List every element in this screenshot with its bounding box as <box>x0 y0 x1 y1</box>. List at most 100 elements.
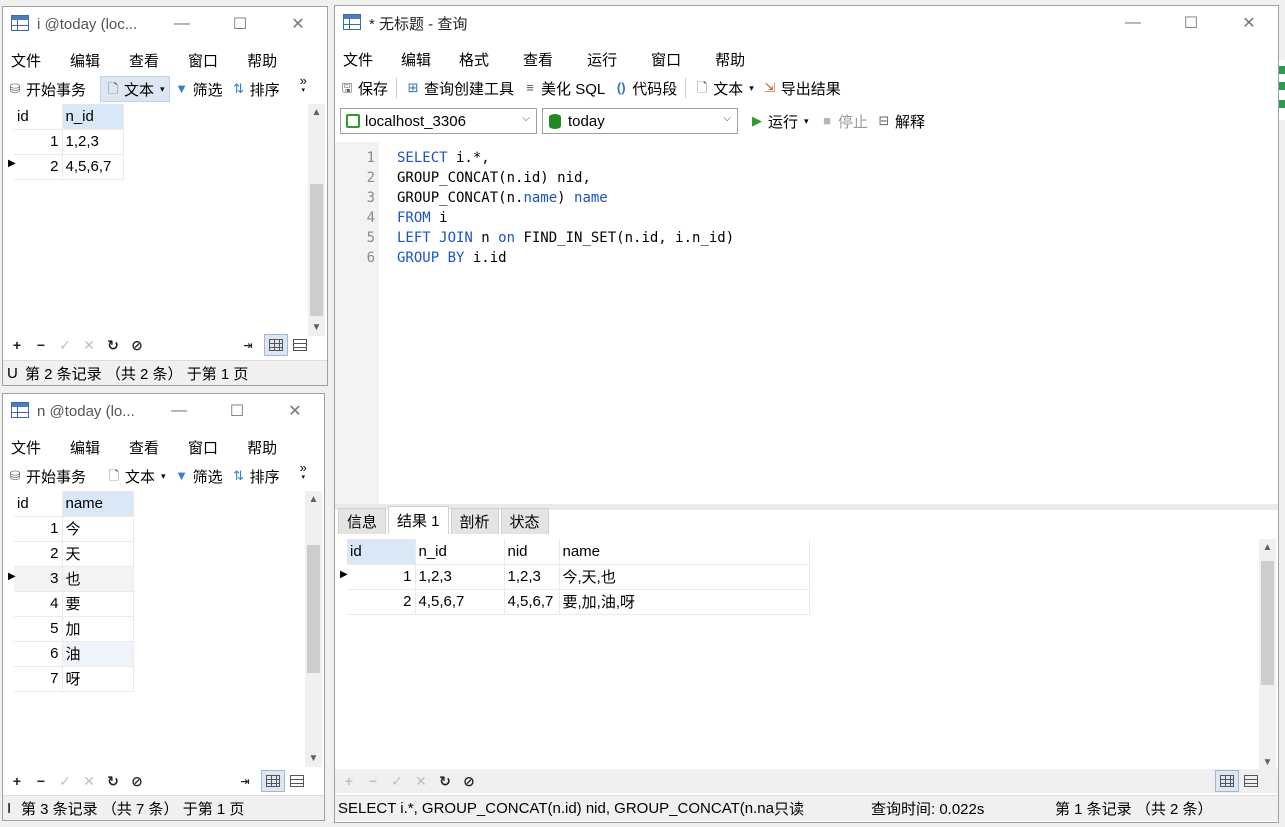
cell-name[interactable]: 也 <box>62 566 134 592</box>
vertical-scrollbar[interactable]: ▲ ▼ <box>1259 539 1276 771</box>
dropdown-arrow-icon[interactable]: ▾ <box>804 116 809 127</box>
column-header-name[interactable]: name <box>559 539 810 565</box>
more-tools-button[interactable]: » ▾ <box>296 461 311 489</box>
sql-editor[interactable]: 1 SELECT i.*, 2 GROUP_CONCAT(n.id) nid, 3 GRO… <box>335 142 1278 504</box>
column-header-n_id[interactable]: n_id <box>415 539 505 565</box>
menu-window[interactable]: 窗口 <box>180 437 218 458</box>
sql-line[interactable]: GROUP BY i.id <box>397 248 507 268</box>
cell-id[interactable]: 2 <box>14 154 63 180</box>
sql-line[interactable]: SELECT i.*, <box>397 148 490 168</box>
scroll-down-icon[interactable]: ▼ <box>305 750 322 767</box>
cell-name[interactable]: 今,天,也 <box>559 564 810 590</box>
maximize-icon[interactable]: ☐ <box>208 394 266 428</box>
stop-button[interactable]: ■ 停止 <box>815 108 872 134</box>
begin-transaction-button[interactable]: ⛁ 开始事务 <box>3 463 90 489</box>
close-icon[interactable]: ✕ <box>1220 6 1278 40</box>
title-bar[interactable]: i @today (loc... — ☐ ✕ <box>3 7 327 41</box>
cell-name[interactable]: 呀 <box>62 666 134 692</box>
title-bar[interactable]: n @today (lo... — ☐ ✕ <box>3 394 324 428</box>
add-record-icon[interactable]: + <box>337 773 361 789</box>
menu-format[interactable]: 格式 <box>451 49 489 70</box>
table-row[interactable]: 6油 <box>14 641 134 667</box>
last-record-icon[interactable]: ⇥ <box>233 775 257 788</box>
menu-run[interactable]: 运行 <box>579 49 617 70</box>
dropdown-arrow-icon[interactable]: ▾ <box>749 83 754 94</box>
close-icon[interactable]: ✕ <box>266 394 324 428</box>
text-view-button[interactable]: 🗋 文本 ▾ <box>100 76 170 102</box>
menu-view[interactable]: 查看 <box>121 50 159 71</box>
tab-status[interactable]: 状态 <box>500 508 549 534</box>
cell-name[interactable]: 今 <box>62 516 134 542</box>
apply-changes-icon[interactable]: ✓ <box>385 773 409 790</box>
last-record-icon[interactable]: ⇥ <box>236 339 260 352</box>
table-row[interactable]: 2 4,5,6,7 <box>14 154 124 180</box>
grid-view-button[interactable] <box>264 334 288 356</box>
table-row[interactable]: 2 4,5,6,7 4,5,6,7 要,加,油,呀 <box>347 589 810 615</box>
cell-name[interactable]: 油 <box>62 641 134 667</box>
menu-view[interactable]: 查看 <box>515 49 553 70</box>
cell-name[interactable]: 要 <box>62 591 134 617</box>
cell-name[interactable]: 加 <box>62 616 134 642</box>
close-icon[interactable]: ✕ <box>269 7 327 41</box>
cell-id[interactable]: 4 <box>14 591 63 617</box>
cell-n_id[interactable]: 4,5,6,7 <box>415 589 505 615</box>
maximize-icon[interactable]: ☐ <box>1162 6 1220 40</box>
minimize-icon[interactable]: — <box>1104 6 1162 40</box>
filter-button[interactable]: ▼ 筛选 <box>170 76 227 102</box>
cell-nid[interactable]: 1,2,3 <box>504 564 560 590</box>
table-row[interactable]: 4要 <box>14 591 134 617</box>
menu-edit[interactable]: 编辑 <box>393 49 431 70</box>
menu-edit[interactable]: 编辑 <box>62 437 100 458</box>
column-header-id[interactable]: id <box>14 491 63 517</box>
cell-n_id[interactable]: 1,2,3 <box>415 564 505 590</box>
sql-line[interactable]: LEFT JOIN n on FIND_IN_SET(n.id, i.n_id) <box>397 228 734 248</box>
more-tools-button[interactable]: » ▾ <box>296 74 311 102</box>
menu-file[interactable]: 文件 <box>3 437 41 458</box>
tab-profile[interactable]: 剖析 <box>450 508 499 534</box>
cell-id[interactable]: 3 <box>14 566 63 592</box>
minimize-icon[interactable]: — <box>153 7 211 41</box>
export-results-button[interactable]: ⇲ 导出结果 <box>758 75 845 101</box>
cell-id[interactable]: 1 <box>14 516 63 542</box>
cell-id[interactable]: 1 <box>14 129 63 155</box>
table-row[interactable]: 1 1,2,3 1,2,3 今,天,也 <box>347 564 810 590</box>
discard-changes-icon[interactable]: ✕ <box>77 337 101 354</box>
refresh-icon[interactable]: ↻ <box>433 773 457 790</box>
maximize-icon[interactable]: ☐ <box>211 7 269 41</box>
column-header-nid[interactable]: nid <box>504 539 560 565</box>
tab-info[interactable]: 信息 <box>338 508 387 534</box>
dropdown-arrow-icon[interactable]: ▾ <box>161 471 166 482</box>
form-view-button[interactable] <box>288 334 312 356</box>
table-row[interactable]: 1 1,2,3 <box>14 129 124 155</box>
title-bar[interactable]: * 无标题 - 查询 — ☐ ✕ <box>335 6 1278 40</box>
sql-line[interactable]: FROM i <box>397 208 448 228</box>
form-view-button[interactable] <box>1239 770 1263 792</box>
column-header-id[interactable]: id <box>14 104 63 130</box>
table-row[interactable]: 5加 <box>14 616 134 642</box>
data-grid[interactable]: id name 1今 2天 3也 4要 5加 6油 7呀 <box>14 491 134 692</box>
cell-n_id[interactable]: 4,5,6,7 <box>62 154 124 180</box>
menu-help[interactable]: 帮助 <box>707 49 745 70</box>
cell-id[interactable]: 6 <box>14 641 63 667</box>
table-row[interactable]: 3也 <box>14 566 134 592</box>
text-view-button[interactable]: 🗋 文本 ▾ <box>690 75 758 101</box>
apply-changes-icon[interactable]: ✓ <box>53 337 77 354</box>
menu-help[interactable]: 帮助 <box>239 50 277 71</box>
column-header-n_id[interactable]: n_id <box>62 104 124 130</box>
cell-n_id[interactable]: 1,2,3 <box>62 129 124 155</box>
cell-name[interactable]: 要,加,油,呀 <box>559 589 810 615</box>
scroll-up-icon[interactable]: ▲ <box>1259 539 1276 556</box>
table-row[interactable]: 2天 <box>14 541 134 567</box>
stop-icon[interactable]: ⊘ <box>125 773 149 790</box>
delete-record-icon[interactable]: − <box>29 337 53 353</box>
sql-line[interactable]: GROUP_CONCAT(n.name) name <box>397 188 608 208</box>
database-select[interactable]: today ⌵ <box>542 108 738 134</box>
apply-changes-icon[interactable]: ✓ <box>53 773 77 790</box>
discard-changes-icon[interactable]: ✕ <box>409 773 433 790</box>
cell-id[interactable]: 7 <box>14 666 63 692</box>
discard-changes-icon[interactable]: ✕ <box>77 773 101 790</box>
run-button[interactable]: ▶ 运行 ▾ <box>745 108 813 134</box>
cell-id[interactable]: 2 <box>347 589 416 615</box>
delete-record-icon[interactable]: − <box>361 773 385 789</box>
scroll-up-icon[interactable]: ▲ <box>305 491 322 508</box>
